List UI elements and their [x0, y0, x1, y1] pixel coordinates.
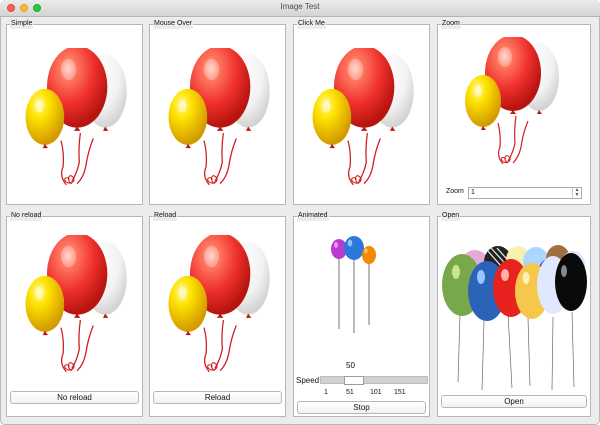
open-balloons-image [442, 245, 587, 391]
speed-tick: 51 [346, 389, 354, 396]
stop-button[interactable]: Stop [297, 401, 426, 414]
balloon-strings [457, 311, 575, 391]
speed-tick: 151 [394, 389, 406, 396]
animated-group: Animated 50 Speed 1 51 101 151 Stop [293, 211, 430, 417]
click-me-group-label: Click Me [297, 19, 326, 29]
speed-value: 50 [346, 361, 355, 370]
speed-slider-track[interactable] [320, 376, 428, 385]
animated-group-label: Animated [297, 211, 329, 221]
image-test-window: Image Test Simple Mouse Over Click Me Zo… [0, 0, 600, 425]
reload-group-label: Reload [153, 211, 178, 221]
zoom-label: Zoom [446, 188, 464, 195]
reload-button[interactable]: Reload [153, 391, 282, 404]
click-me-group: Click Me [293, 19, 430, 205]
speed-tick: 1 [324, 389, 328, 396]
animated-purple-balloon [331, 239, 347, 329]
speed-slider-handle[interactable] [344, 376, 364, 385]
balloon-image-zoom [465, 37, 559, 165]
window-title: Image Test [280, 2, 320, 11]
simple-group: Simple [6, 19, 143, 205]
no-reload-group: No reload No reload [6, 211, 143, 417]
zoom-row: Zoom 1 ▲ ▼ [446, 187, 584, 199]
balloon-image-mouse-over[interactable] [164, 48, 272, 188]
mouse-over-group-label: Mouse Over [153, 19, 194, 29]
zoom-spinbox[interactable]: 1 ▲ ▼ [468, 187, 582, 199]
mouse-over-group: Mouse Over [149, 19, 286, 205]
zoom-value: 1 [471, 189, 475, 196]
open-group: Open Open [437, 211, 591, 417]
balloon-image [25, 48, 127, 186]
animated-blue-balloon [344, 236, 364, 333]
balloon-image-no-reload [25, 235, 127, 373]
title-bar[interactable]: Image Test [0, 0, 600, 17]
zoom-group: Zoom Zoom 1 ▲ ▼ [437, 19, 591, 205]
open-button[interactable]: Open [441, 395, 587, 408]
open-group-label: Open [441, 211, 461, 221]
speed-tick: 101 [370, 389, 382, 396]
balloon-image-reload [168, 235, 270, 373]
reload-group: Reload Reload [149, 211, 286, 417]
zoom-spinner[interactable]: ▲ ▼ [572, 188, 581, 198]
balloon-image-click-me[interactable] [308, 48, 416, 188]
speed-label: Speed [296, 376, 320, 385]
animated-orange-balloon [362, 246, 376, 325]
zoom-group-label: Zoom [441, 19, 461, 29]
simple-group-label: Simple [10, 19, 34, 29]
no-reload-button[interactable]: No reload [10, 391, 139, 404]
foreground-balloons [442, 253, 587, 321]
animated-balloons-image [331, 236, 376, 333]
no-reload-group-label: No reload [10, 211, 43, 221]
